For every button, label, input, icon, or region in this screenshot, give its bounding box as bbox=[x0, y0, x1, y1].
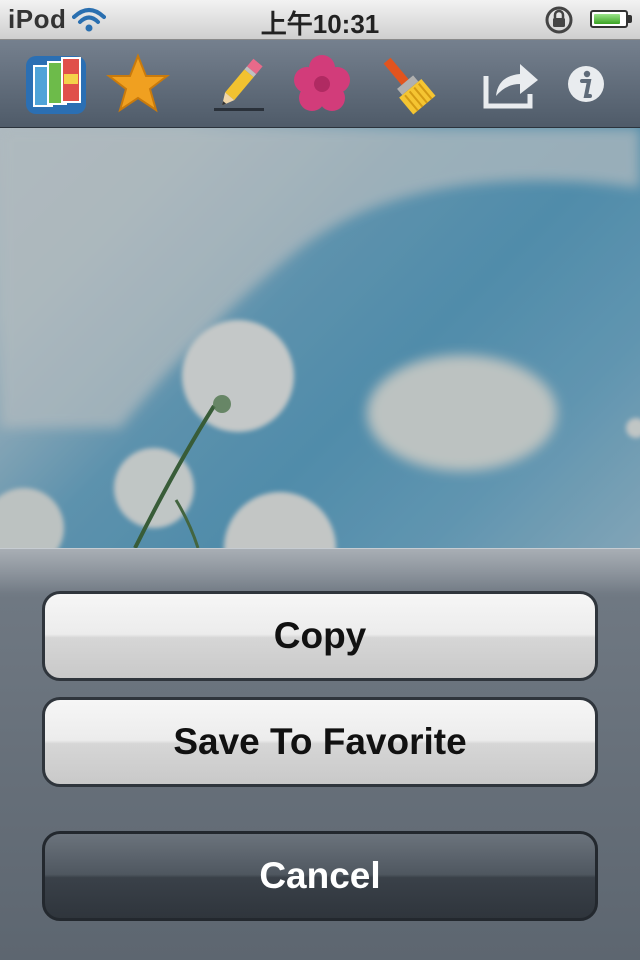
share-icon[interactable] bbox=[480, 52, 544, 116]
gallery-icon[interactable] bbox=[24, 52, 88, 116]
wallpaper-photo bbox=[0, 128, 640, 548]
rotation-lock-icon bbox=[545, 6, 573, 34]
toolbar bbox=[0, 40, 640, 128]
sheet-highlight bbox=[0, 549, 640, 593]
action-sheet: Copy Save To Favorite Cancel bbox=[0, 548, 640, 960]
pencil-icon[interactable] bbox=[208, 52, 272, 116]
save-to-favorite-button[interactable]: Save To Favorite bbox=[42, 697, 598, 787]
flower-icon[interactable] bbox=[290, 52, 354, 116]
battery-icon bbox=[590, 10, 628, 28]
status-bar: iPod 上午10:31 bbox=[0, 0, 640, 40]
star-icon[interactable] bbox=[106, 52, 170, 116]
battery-level bbox=[594, 14, 620, 24]
dim-overlay bbox=[0, 128, 640, 548]
cancel-button[interactable]: Cancel bbox=[42, 831, 598, 921]
battery-cap bbox=[628, 15, 632, 23]
brush-icon[interactable] bbox=[374, 52, 438, 116]
copy-button[interactable]: Copy bbox=[42, 591, 598, 681]
info-icon[interactable] bbox=[556, 52, 620, 116]
